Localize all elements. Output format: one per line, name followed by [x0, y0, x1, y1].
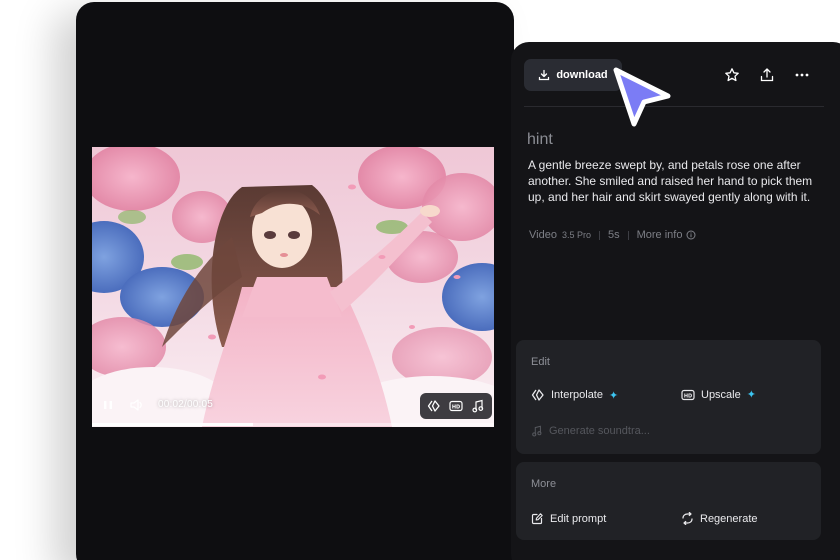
edit-title: Edit [531, 356, 550, 368]
playback-time: 00:02/00:05 [158, 399, 214, 410]
regenerate-button[interactable]: Regenerate [681, 512, 758, 525]
cursor-arrow-icon [613, 67, 671, 127]
download-label: download [556, 69, 608, 81]
volume-icon[interactable] [128, 397, 146, 413]
more-card: More Edit prompt Regenerate [516, 462, 821, 540]
sparkle-icon: ✦ [746, 389, 756, 401]
meta-model: 3.5 Pro [561, 230, 591, 240]
edit-prompt-button[interactable]: Edit prompt [531, 512, 606, 525]
more-info-label: More info [636, 229, 683, 241]
info-icon [686, 230, 696, 240]
more-icon[interactable] [793, 66, 811, 84]
regenerate-label: Regenerate [700, 512, 758, 525]
hd-icon[interactable]: HD [448, 398, 464, 414]
meta-duration: 5s [607, 229, 620, 241]
video-player[interactable]: 00:02/00:05 HD [92, 147, 494, 427]
upscale-label: Upscale [701, 388, 741, 401]
video-panel: 00:02/00:05 HD [76, 2, 514, 560]
generate-soundtrack-label: Generate soundtra... [549, 425, 650, 437]
music-icon[interactable] [470, 398, 486, 414]
edit-prompt-label: Edit prompt [550, 512, 607, 525]
interpolate-icon [531, 389, 544, 401]
download-icon [539, 69, 550, 81]
interpolate-button[interactable]: Interpolate ✦ [531, 388, 618, 402]
meta-separator [627, 230, 629, 240]
edit-card: Edit Interpolate ✦ HD Upscale ✦ Generate… [516, 340, 821, 454]
more-info-link[interactable]: More info [637, 229, 697, 241]
star-icon[interactable] [723, 66, 741, 84]
hd-icon: HD [681, 389, 695, 400]
video-meta: Video 3.5 Pro 5s More info [529, 229, 696, 241]
prompt-text: A gentle breeze swept by, and petals ros… [528, 158, 813, 204]
meta-separator [598, 230, 600, 240]
pause-icon[interactable] [100, 397, 116, 413]
meta-type: Video [529, 229, 557, 241]
interpolate-label: Interpolate [551, 389, 603, 401]
sparkle-icon: ✦ [608, 389, 619, 402]
svg-text:HD: HD [452, 404, 460, 410]
interpolate-icon[interactable] [426, 398, 442, 414]
video-frame-image [92, 147, 494, 427]
generate-soundtrack-button: Generate soundtra... [531, 425, 650, 437]
svg-text:HD: HD [684, 393, 692, 399]
edit-icon [531, 513, 543, 525]
progress-fill [92, 423, 253, 426]
more-title: More [531, 478, 557, 490]
music-icon [532, 425, 542, 437]
upscale-button[interactable]: HD Upscale ✦ [681, 388, 756, 401]
progress-bar[interactable] [92, 423, 494, 426]
details-title: hint [527, 131, 553, 148]
regenerate-icon [682, 512, 693, 525]
player-tools: HD [420, 393, 492, 419]
player-controls: 00:02/00:05 HD [92, 391, 494, 419]
share-icon[interactable] [758, 66, 776, 84]
